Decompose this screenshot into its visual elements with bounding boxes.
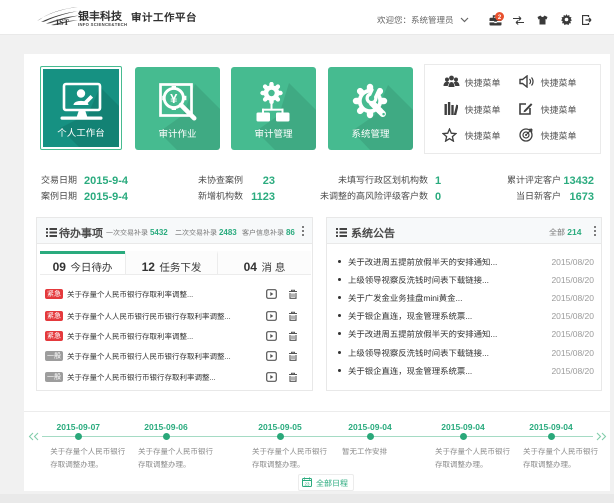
- svg-text:¥: ¥: [170, 91, 178, 106]
- svg-text:23: 23: [304, 482, 310, 487]
